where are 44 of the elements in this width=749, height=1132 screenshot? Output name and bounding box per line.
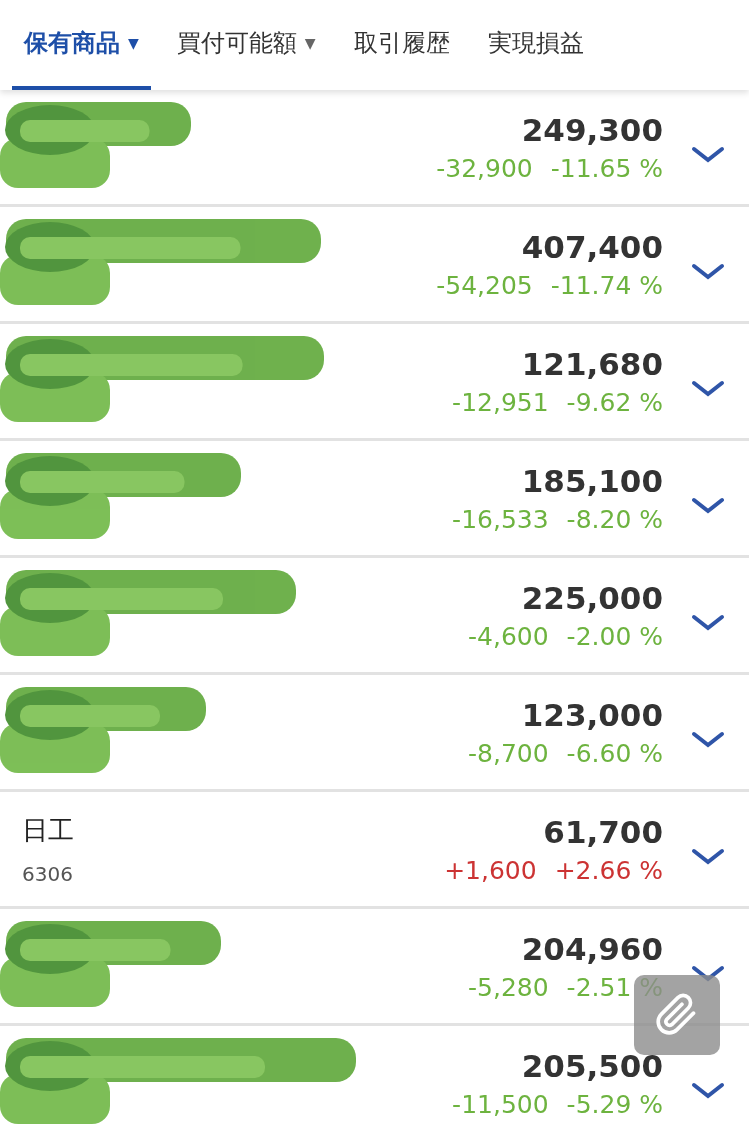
change-percent: -11.74 %: [550, 270, 663, 300]
chevron-down-icon[interactable]: [691, 613, 725, 633]
stock-code: 6306: [22, 861, 74, 886]
change-percent: -5.29 %: [566, 1089, 663, 1119]
market-value: 204,960: [521, 930, 663, 967]
caret-icon: ▼: [304, 35, 316, 51]
change-percent: -8.20 %: [566, 504, 663, 534]
market-value: 407,400: [521, 228, 663, 265]
chevron-down-icon[interactable]: [691, 379, 725, 399]
stock-name: 日工: [22, 813, 75, 847]
change-amount: -32,900: [436, 153, 533, 183]
market-value: 205,500: [521, 1047, 663, 1084]
change-amount: -16,533: [452, 504, 549, 534]
market-value: 225,000: [521, 579, 663, 616]
chevron-down-icon[interactable]: [691, 145, 725, 165]
tab[interactable]: 実現損益: [475, 0, 596, 90]
tab[interactable]: 買付可能額 ▼: [164, 0, 328, 90]
market-value: 121,680: [521, 345, 663, 382]
change-amount: -5,280: [468, 972, 549, 1002]
chevron-down-icon[interactable]: [691, 1081, 725, 1101]
attachment-button[interactable]: [634, 975, 720, 1055]
change-percent: -6.60 %: [566, 738, 663, 768]
change-amount: -54,205: [436, 270, 533, 300]
market-value: 185,100: [521, 462, 663, 499]
tab[interactable]: 保有商品 ▼: [12, 0, 151, 90]
change-amount: +1,600: [444, 855, 537, 885]
change-percent: -11.65 %: [550, 153, 663, 183]
market-value: 61,700: [543, 813, 663, 850]
change-percent: +2.66 %: [554, 855, 663, 885]
chevron-down-icon[interactable]: [691, 496, 725, 516]
change-amount: -8,700: [468, 738, 549, 768]
market-value: 123,000: [521, 696, 663, 733]
tab[interactable]: 取引履歴: [341, 0, 462, 90]
caret-icon: ▼: [128, 35, 139, 51]
market-value: 249,300: [521, 111, 663, 148]
change-amount: -11,500: [452, 1089, 549, 1119]
change-amount: -12,951: [452, 387, 549, 417]
chevron-down-icon[interactable]: [691, 262, 725, 282]
chevron-down-icon[interactable]: [691, 847, 725, 867]
change-percent: -2.51 %: [566, 972, 663, 1002]
change-percent: -2.00 %: [566, 621, 663, 651]
change-percent: -9.62 %: [566, 387, 663, 417]
change-amount: -4,600: [468, 621, 549, 651]
chevron-down-icon[interactable]: [691, 730, 725, 750]
